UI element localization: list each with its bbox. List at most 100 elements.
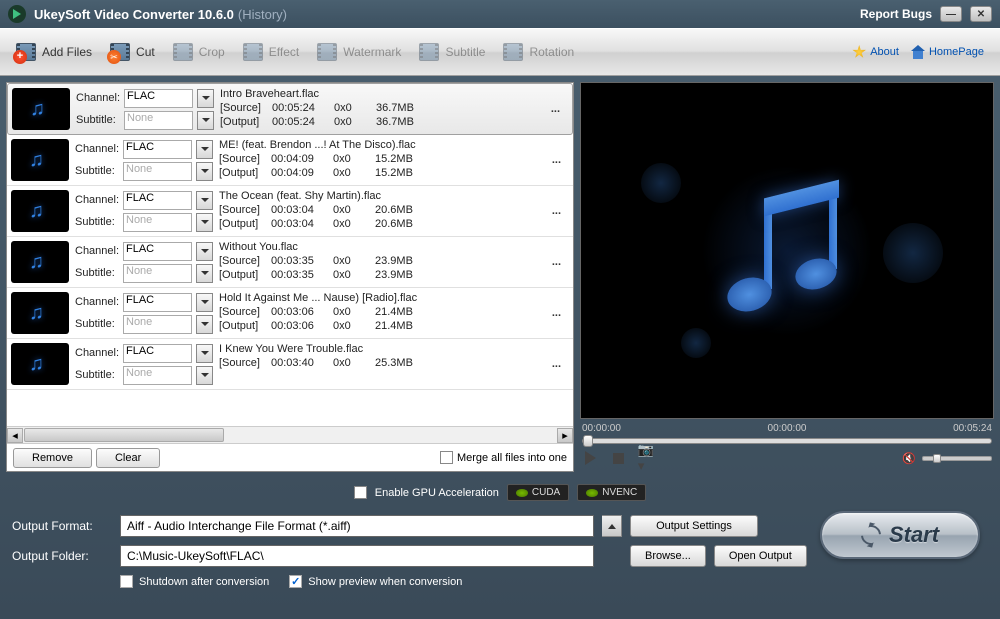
film-icon [317,43,337,61]
cut-button[interactable]: ✂ Cut [100,36,163,68]
format-dropdown-button[interactable] [602,515,622,537]
subtitle-select[interactable]: None [123,162,192,181]
report-bugs-link[interactable]: Report Bugs [860,7,932,21]
merge-label: Merge all files into one [457,452,567,464]
film-icon: ✂ [110,43,130,61]
chevron-down-icon[interactable] [196,191,213,210]
toolbar: + Add Files ✂ Cut Crop Effect Watermark … [0,28,1000,76]
horizontal-scrollbar[interactable]: ◂ ▸ [7,426,573,443]
crop-button[interactable]: Crop [163,36,233,68]
nvidia-icon [516,489,528,497]
file-name: The Ocean (feat. Shy Martin).flac [219,190,552,204]
chevron-down-icon[interactable] [196,366,213,385]
about-link[interactable]: About [852,45,899,59]
open-output-button[interactable]: Open Output [714,545,807,567]
music-note-icon [29,302,51,324]
subtitle-select[interactable]: None [124,111,193,130]
film-icon [243,43,263,61]
file-more-button[interactable]: ... [552,358,569,370]
play-button[interactable] [582,450,598,466]
chevron-down-icon[interactable] [196,140,213,159]
scroll-right-icon[interactable]: ▸ [557,428,573,443]
channel-label: Channel: [76,92,120,104]
file-row[interactable]: Channel:FLAC Subtitle:None Without You.f… [7,237,573,288]
add-files-button[interactable]: + Add Files [6,36,100,68]
chevron-down-icon[interactable] [196,213,213,232]
file-more-button[interactable]: ... [552,256,569,268]
file-row[interactable]: Channel:FLAC Subtitle:None ME! (feat. Br… [7,135,573,186]
chevron-down-icon[interactable] [197,111,214,130]
subtitle-select[interactable]: None [123,315,192,334]
volume-icon[interactable]: 🔇 [902,452,916,465]
chevron-down-icon[interactable] [196,315,213,334]
volume-thumb[interactable] [933,454,941,463]
homepage-link[interactable]: HomePage [911,45,984,59]
file-more-button[interactable]: ... [552,205,569,217]
effect-button[interactable]: Effect [233,36,307,68]
clear-button[interactable]: Clear [96,448,160,468]
output-settings-button[interactable]: Output Settings [630,515,758,537]
channel-select[interactable]: FLAC [123,191,192,210]
shutdown-label: Shutdown after conversion [139,576,269,588]
nvenc-badge: NVENC [577,484,646,501]
channel-select[interactable]: FLAC [124,89,193,108]
stop-button[interactable] [610,450,626,466]
output-folder-input[interactable]: C:\Music-UkeySoft\FLAC\ [120,545,594,567]
browse-button[interactable]: Browse... [630,545,706,567]
chevron-down-icon[interactable] [196,162,213,181]
scroll-left-icon[interactable]: ◂ [7,428,23,443]
subtitle-label: Subtitle: [75,216,119,228]
chevron-down-icon[interactable] [197,89,214,108]
preview-checkbox[interactable] [289,575,302,588]
chevron-down-icon[interactable] [196,293,213,312]
file-more-button[interactable]: ... [552,154,569,166]
refresh-icon [857,521,885,549]
watermark-button[interactable]: Watermark [307,36,409,68]
file-thumbnail [11,241,69,283]
merge-checkbox[interactable] [440,451,453,464]
channel-select[interactable]: FLAC [123,140,192,159]
cuda-badge: CUDA [507,484,569,501]
channel-select[interactable]: FLAC [123,344,192,363]
preview-label: Show preview when conversion [308,576,462,588]
seek-thumb[interactable] [583,435,593,447]
chevron-down-icon[interactable] [196,264,213,283]
file-more-button[interactable]: ... [551,103,568,115]
music-note-icon [29,149,51,171]
file-row[interactable]: Channel:FLAC Subtitle:None Intro Bravehe… [7,83,573,135]
file-row[interactable]: Channel:FLAC Subtitle:None Hold It Again… [7,288,573,339]
subtitle-select[interactable]: None [123,366,192,385]
scroll-thumb[interactable] [24,428,224,442]
subtitle-label: Subtitle: [75,369,119,381]
chevron-down-icon[interactable] [196,242,213,261]
file-more-button[interactable]: ... [552,307,569,319]
chevron-down-icon[interactable] [196,344,213,363]
channel-select[interactable]: FLAC [123,293,192,312]
seek-slider[interactable] [582,438,992,444]
minimize-button[interactable]: — [940,6,962,22]
subtitle-select[interactable]: None [123,213,192,232]
start-button[interactable]: Start [820,511,980,559]
remove-button[interactable]: Remove [13,448,92,468]
volume-slider[interactable] [922,456,992,461]
app-logo-icon [8,5,26,23]
file-row[interactable]: Channel:FLAC Subtitle:None The Ocean (fe… [7,186,573,237]
close-button[interactable]: ✕ [970,6,992,22]
file-name: Intro Braveheart.flac [220,88,551,102]
snapshot-button[interactable]: 📷▾ [638,450,654,466]
subtitle-select[interactable]: None [123,264,192,283]
shutdown-checkbox[interactable] [120,575,133,588]
file-thumbnail [11,292,69,334]
gpu-row: Enable GPU Acceleration CUDA NVENC [0,478,1000,507]
channel-label: Channel: [75,296,119,308]
subtitle-label: Subtitle: [75,318,119,330]
subtitle-button[interactable]: Subtitle [409,36,493,68]
channel-select[interactable]: FLAC [123,242,192,261]
rotation-button[interactable]: Rotation [493,36,582,68]
output-format-select[interactable]: Aiff - Audio Interchange File Format (*.… [120,515,594,537]
file-list[interactable]: Channel: FLAC Subtitle: None Intro Bravehe… [7,83,573,426]
gpu-checkbox[interactable] [354,486,367,499]
file-row[interactable]: Channel:FLAC Subtitle:None I Knew You We… [7,339,573,390]
file-info: I Knew You Were Trouble.flac [Source]00:… [213,343,552,385]
output-folder-label: Output Folder: [12,549,112,563]
